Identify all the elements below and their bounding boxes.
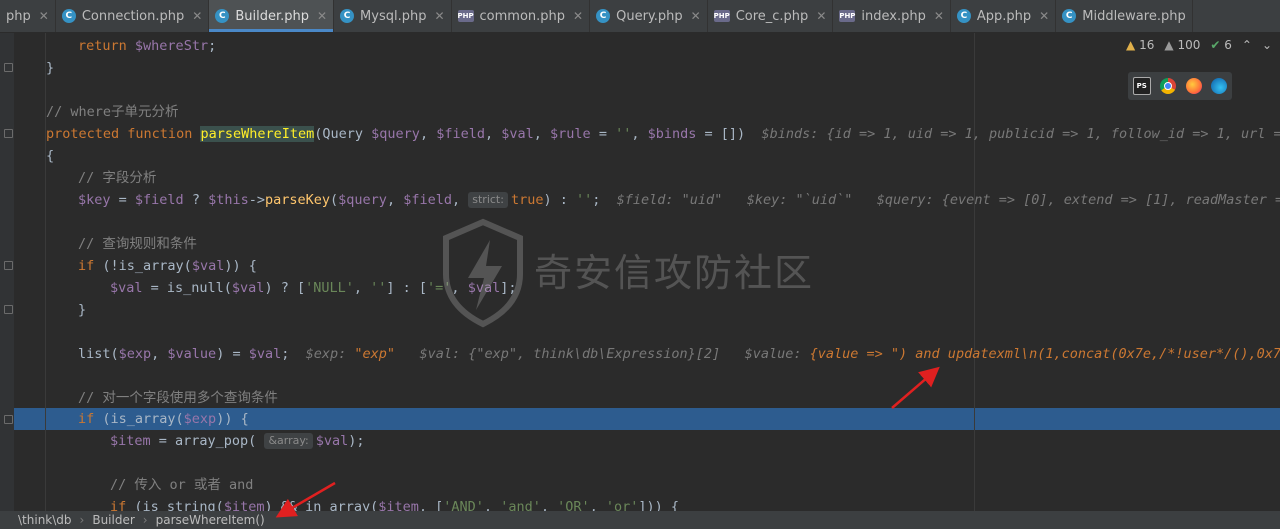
debug-inline-value: $field: "uid" bbox=[616, 192, 723, 208]
code-comment: // 传入 or 或者 and bbox=[110, 477, 254, 493]
class-icon: C bbox=[215, 9, 230, 23]
firefox-icon[interactable] bbox=[1185, 78, 1202, 94]
code-comment: // 对一个字段使用多个查询条件 bbox=[78, 390, 278, 406]
debug-inline-value: "exp" bbox=[354, 346, 396, 362]
debug-inline-value: $query: {event => [0], extend => [1], re… bbox=[876, 192, 1280, 208]
tab-builder[interactable]: C Builder.php ✕ bbox=[209, 0, 335, 32]
class-icon: C bbox=[596, 9, 611, 23]
code-line: if (is_string($item) && in_array($item, … bbox=[110, 499, 680, 511]
php-file-icon: PHP bbox=[839, 10, 856, 22]
code-comment: // 字段分析 bbox=[78, 170, 157, 186]
check-icon: ✔ bbox=[1210, 38, 1221, 52]
php-file-icon: PHP bbox=[713, 10, 730, 22]
close-icon[interactable]: ✕ bbox=[934, 9, 944, 23]
debug-inline-value-payload: {value => ") and updatexml\n(1,concat(0x… bbox=[809, 346, 1280, 362]
browser-popup: PS bbox=[1128, 72, 1232, 100]
tab-middleware[interactable]: C Middleware.php bbox=[1056, 0, 1193, 32]
tab-label: Connection.php bbox=[81, 8, 185, 24]
tab-label: App.php bbox=[976, 8, 1032, 24]
chrome-icon[interactable] bbox=[1160, 78, 1177, 94]
fold-marker[interactable] bbox=[4, 261, 13, 270]
code-line: $val = is_null($val) ? ['NULL', ''] : ['… bbox=[110, 280, 517, 296]
warning-count[interactable]: ▲ 16 bbox=[1126, 38, 1154, 52]
breadcrumb-separator: › bbox=[79, 513, 85, 527]
tab-label: Mysql.php bbox=[360, 8, 427, 24]
watermark-logo: 奇安信攻防社区 bbox=[438, 218, 838, 328]
class-icon: C bbox=[61, 9, 76, 23]
typo-count[interactable]: ✔ 6 bbox=[1210, 38, 1232, 52]
tab-label: php bbox=[6, 8, 31, 24]
close-icon[interactable]: ✕ bbox=[691, 9, 701, 23]
code-line: return $whereStr; bbox=[78, 38, 217, 54]
breadcrumb: \think\db › Builder › parseWhereItem() bbox=[0, 511, 1280, 529]
right-margin-guide bbox=[974, 33, 975, 511]
fold-marker[interactable] bbox=[4, 63, 13, 72]
editor-gutter[interactable] bbox=[0, 33, 14, 511]
edge-icon[interactable] bbox=[1211, 78, 1228, 94]
code-line: $item = array_pop( &array: $val); bbox=[110, 433, 365, 449]
chevron-up-icon[interactable]: ⌃ bbox=[1242, 38, 1252, 52]
close-icon[interactable]: ✕ bbox=[816, 9, 826, 23]
php-file-icon: PHP bbox=[457, 10, 474, 22]
tab-label: common.php bbox=[479, 8, 566, 24]
current-execution-line: if (is_array($exp)) { bbox=[78, 411, 249, 427]
close-icon[interactable]: ✕ bbox=[573, 9, 583, 23]
editor-tab-bar: php ✕ C Connection.php ✕ C Builder.php ✕ C Mys… bbox=[0, 0, 1280, 33]
code-comment: // where子单元分析 bbox=[46, 104, 179, 120]
parameter-hint: strict: bbox=[468, 192, 508, 208]
breadcrumb-separator: › bbox=[142, 513, 148, 527]
code-line: list($exp, $value) = $val; $exp: "exp" $… bbox=[78, 343, 1280, 365]
tab-app[interactable]: C App.php ✕ bbox=[951, 0, 1057, 32]
class-icon: C bbox=[956, 9, 971, 23]
debug-inline-value: $binds: {id => 1, uid => 1, publicid => … bbox=[761, 126, 1280, 142]
fold-marker[interactable] bbox=[4, 305, 13, 314]
code-line: { bbox=[46, 148, 55, 164]
code-editor[interactable]: return $whereStr; } // where子单元分析 protec… bbox=[0, 33, 1280, 511]
chevron-down-icon[interactable]: ⌄ bbox=[1262, 38, 1272, 52]
weak-warning-count[interactable]: ▲ 100 bbox=[1164, 38, 1200, 52]
tab-common[interactable]: PHP common.php ✕ bbox=[452, 0, 591, 32]
weak-warning-icon: ▲ bbox=[1164, 38, 1174, 52]
parameter-hint: &array: bbox=[264, 433, 313, 449]
close-icon[interactable]: ✕ bbox=[1039, 9, 1049, 23]
code-line: if (!is_array($val)) { bbox=[78, 258, 257, 274]
tab-query[interactable]: C Query.php ✕ bbox=[590, 0, 708, 32]
tab-index[interactable]: PHP index.php ✕ bbox=[833, 0, 951, 32]
tab-connection[interactable]: C Connection.php ✕ bbox=[56, 0, 210, 32]
code-comment: // 查询规则和条件 bbox=[78, 236, 197, 252]
code-line: } bbox=[78, 302, 87, 318]
tab-label: Builder.php bbox=[235, 8, 309, 24]
tab-label: Core_c.php bbox=[735, 8, 809, 24]
debug-inline-value: $key: "`uid`" bbox=[746, 192, 853, 208]
code-line: } bbox=[46, 60, 55, 76]
class-icon: C bbox=[340, 9, 355, 23]
function-signature: protected function parseWhereItem(Query … bbox=[46, 123, 1280, 145]
tab-php[interactable]: php ✕ bbox=[0, 0, 56, 32]
fold-marker[interactable] bbox=[4, 129, 13, 138]
close-icon[interactable]: ✕ bbox=[192, 9, 202, 23]
breadcrumb-class[interactable]: Builder bbox=[92, 513, 134, 527]
tab-label: Query.php bbox=[616, 8, 683, 24]
close-icon[interactable]: ✕ bbox=[317, 9, 327, 23]
code-line: $key = $field ? $this->parseKey($query, … bbox=[78, 189, 1280, 211]
tab-label: index.php bbox=[861, 8, 926, 24]
close-icon[interactable]: ✕ bbox=[434, 9, 444, 23]
tab-label: Middleware.php bbox=[1082, 8, 1186, 24]
breadcrumb-namespace[interactable]: \think\db bbox=[18, 513, 72, 527]
tab-core-c[interactable]: PHP Core_c.php ✕ bbox=[708, 0, 834, 32]
inspection-widget[interactable]: ▲ 16 ▲ 100 ✔ 6 ⌃ ⌄ bbox=[1126, 35, 1272, 55]
watermark-text: 奇安信攻防社区 bbox=[534, 251, 815, 295]
phpstorm-icon[interactable]: PS bbox=[1132, 77, 1151, 95]
breadcrumb-method[interactable]: parseWhereItem() bbox=[156, 513, 265, 527]
debug-inline-value: {"exp", think\db\Expression}[2] bbox=[468, 346, 721, 362]
tab-mysql[interactable]: C Mysql.php ✕ bbox=[334, 0, 452, 32]
close-icon[interactable]: ✕ bbox=[39, 9, 49, 23]
warning-icon: ▲ bbox=[1126, 38, 1136, 52]
class-icon: C bbox=[1062, 9, 1077, 23]
watermark-shield-icon bbox=[443, 218, 523, 328]
fold-marker[interactable] bbox=[4, 415, 13, 424]
